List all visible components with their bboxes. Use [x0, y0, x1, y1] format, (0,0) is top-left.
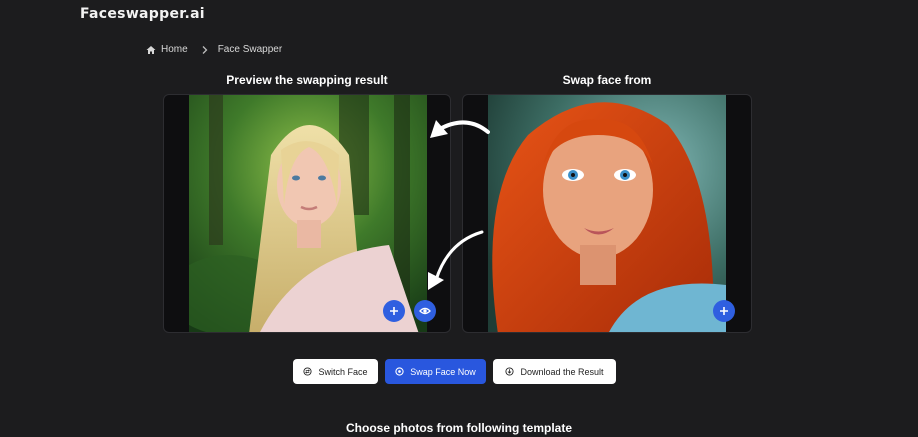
add-preview-button[interactable]	[383, 300, 405, 322]
source-photo	[488, 95, 726, 332]
brand-logo[interactable]: Faceswapper.ai	[76, 6, 205, 22]
swap-face-button[interactable]: Swap Face Now	[385, 359, 486, 384]
template-section-title: Choose photos from following template	[346, 421, 572, 435]
chevron-right-icon	[202, 45, 208, 54]
switch-face-label: Switch Face	[318, 366, 368, 377]
add-source-button[interactable]	[713, 300, 735, 322]
plus-icon	[720, 307, 728, 315]
breadcrumb-home-link[interactable]: Home	[161, 44, 188, 55]
download-result-button[interactable]: Download the Result	[493, 359, 616, 384]
home-icon	[146, 45, 156, 54]
plus-icon	[390, 307, 398, 315]
download-icon	[505, 367, 515, 376]
view-result-button[interactable]	[414, 300, 436, 322]
preview-photo	[189, 95, 427, 332]
eye-icon	[419, 307, 431, 315]
breadcrumb: Home Face Swapper	[146, 44, 282, 55]
preview-title: Preview the swapping result	[226, 73, 388, 87]
swap-face-label: Swap Face Now	[410, 366, 476, 377]
source-title: Swap face from	[562, 73, 652, 87]
curved-arrow-icon	[430, 120, 490, 138]
source-panel	[462, 94, 752, 333]
switch-icon	[303, 367, 313, 376]
breadcrumb-current: Face Swapper	[217, 44, 283, 55]
swap-icon	[395, 367, 404, 376]
preview-panel	[163, 94, 451, 333]
brand-name: Faceswapper.ai	[80, 6, 205, 22]
download-result-label: Download the Result	[520, 366, 604, 377]
curved-arrow-icon	[428, 230, 484, 290]
switch-face-button[interactable]: Switch Face	[293, 359, 378, 384]
